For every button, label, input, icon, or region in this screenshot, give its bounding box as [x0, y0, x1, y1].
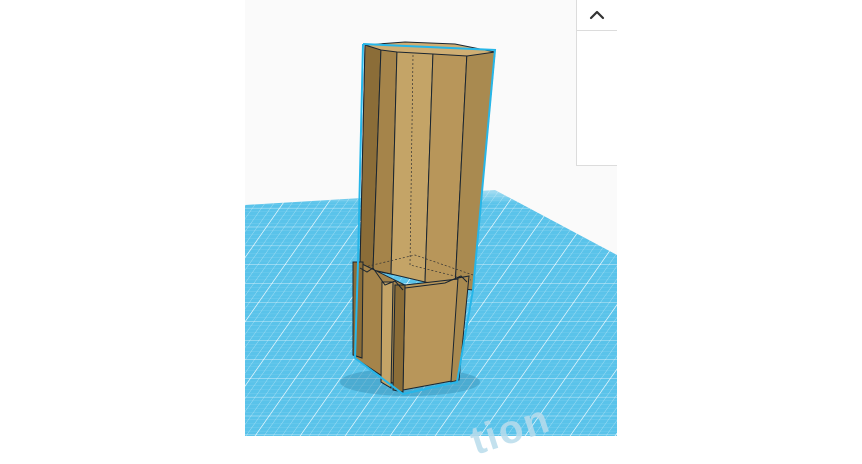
chevron-up-icon	[589, 10, 605, 20]
3d-viewport[interactable]	[245, 0, 617, 436]
scene-svg	[245, 41, 617, 436]
side-panel	[576, 0, 617, 166]
collapse-panel-button[interactable]	[577, 0, 617, 31]
